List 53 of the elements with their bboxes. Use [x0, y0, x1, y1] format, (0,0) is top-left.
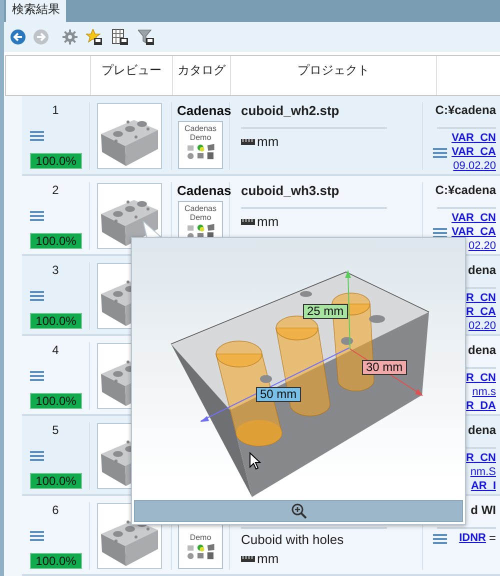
- match-badge: 100.0%: [30, 393, 82, 409]
- catalog-name: Cadenas: [177, 183, 232, 198]
- variable-link[interactable]: nm.s: [472, 385, 496, 399]
- unit-label: mm: [257, 551, 279, 566]
- row-number: 4: [51, 343, 60, 357]
- file-name: cuboid_wh3.stp: [241, 183, 340, 198]
- logo-text: Demo: [188, 532, 212, 542]
- variable-link[interactable]: R_CN: [466, 371, 496, 385]
- variable-link[interactable]: 02.20: [468, 239, 496, 253]
- match-badge: 100.0%: [30, 233, 82, 249]
- variable-link[interactable]: VAR_CA: [452, 145, 496, 159]
- variable-link[interactable]: 02.20: [468, 319, 496, 333]
- logo-text: Cadenas Demo: [184, 204, 218, 222]
- match-badge: 100.0%: [30, 153, 82, 169]
- equals-sign: =: [488, 531, 496, 545]
- variable-link[interactable]: VAR_CA: [452, 225, 496, 239]
- row-number: 2: [51, 183, 60, 197]
- file-name: cuboid_wh2.stp: [241, 103, 340, 118]
- match-badge: 100.0%: [30, 313, 82, 329]
- variable-link[interactable]: VAR_CN: [452, 211, 496, 225]
- file-path: dena: [468, 263, 496, 277]
- variable-link[interactable]: 09.02.20: [453, 159, 496, 173]
- file-path: dena: [468, 343, 496, 357]
- column-header[interactable]: カタログ: [178, 62, 226, 79]
- variable-link[interactable]: nm.S: [470, 465, 496, 479]
- variable-link[interactable]: R_DA: [466, 399, 496, 413]
- file-path: dena: [468, 423, 496, 437]
- variable-link[interactable]: R_CA: [466, 305, 496, 319]
- column-header[interactable]: プレビュー: [102, 62, 162, 79]
- row-number: 3: [51, 263, 60, 277]
- match-badge: 100.0%: [30, 553, 82, 569]
- dimension-label: 50 mm: [256, 387, 301, 402]
- unit-label: mm: [257, 134, 279, 149]
- column-header[interactable]: プロジェクト: [298, 62, 370, 79]
- logo-text: Cadenas Demo: [184, 124, 218, 142]
- match-badge: 100.0%: [30, 473, 82, 489]
- row-number: 1: [51, 103, 60, 117]
- variable-link[interactable]: AR_I: [470, 479, 496, 493]
- dimension-label: 25 mm: [303, 304, 348, 319]
- variable-link[interactable]: R_CN: [466, 291, 496, 305]
- file-path: C:¥cadena: [435, 103, 496, 117]
- part-description: Cuboid with holes: [241, 532, 344, 547]
- unit-label: mm: [257, 214, 279, 229]
- dimension-label: 30 mm: [362, 360, 407, 375]
- file-path: d WI: [470, 503, 496, 517]
- variable-link[interactable]: VAR_CN: [452, 131, 496, 145]
- file-path: C:¥cadena: [435, 183, 496, 197]
- row-number: 5: [51, 423, 60, 437]
- variable-link[interactable]: R_CN: [466, 451, 496, 465]
- variable-link[interactable]: IDNR: [459, 531, 486, 545]
- results-tab[interactable]: 検索結果: [6, 0, 66, 22]
- catalog-name: Cadenas: [177, 103, 232, 118]
- row-number: 6: [51, 503, 60, 517]
